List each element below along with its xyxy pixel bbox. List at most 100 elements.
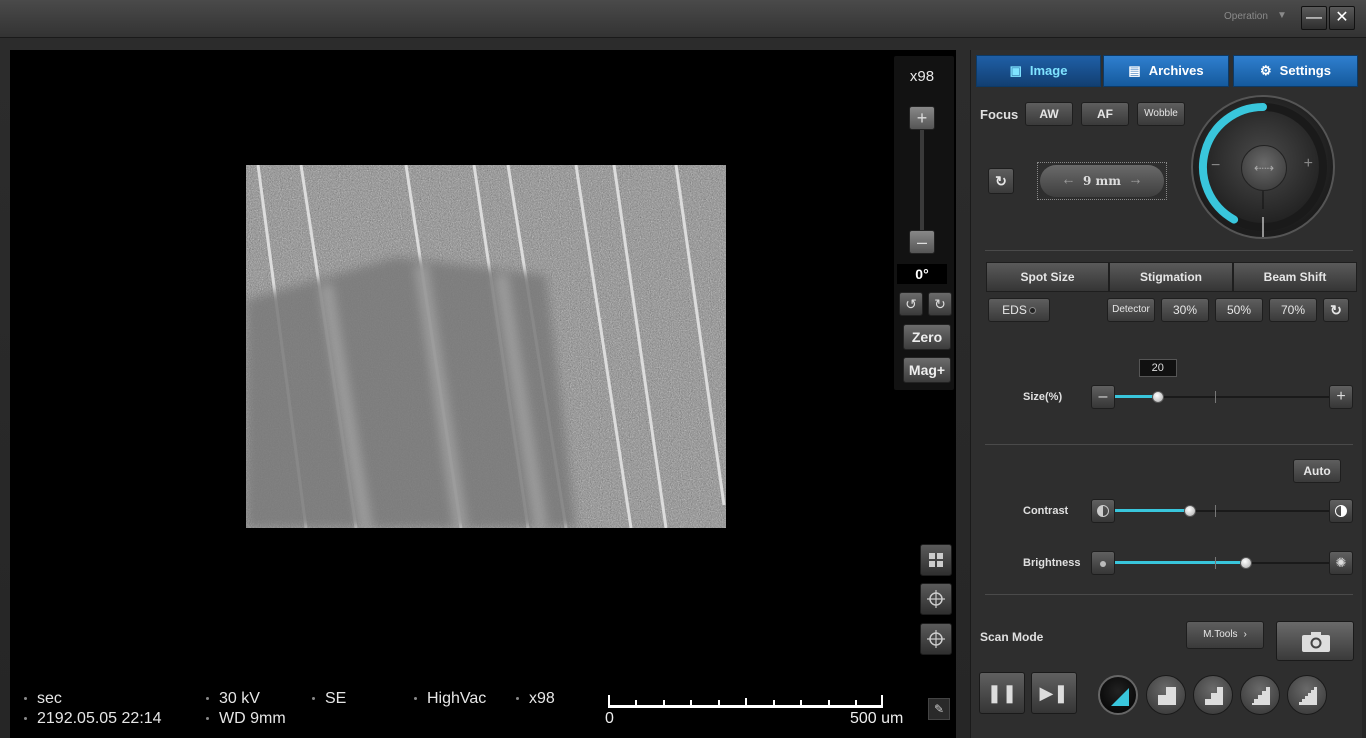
magnification-readout: x98	[909, 68, 935, 85]
size-slider-center-tick	[1215, 391, 1216, 403]
wd-pill[interactable]: ⇠ 9 mm ⇢	[1040, 165, 1164, 197]
control-panel: ▣ Image ▤ Archives ⚙ Settings Focus AW AF W…	[970, 50, 1362, 738]
brightness-slider-thumb[interactable]	[1239, 557, 1252, 569]
brightness-slider-fill	[1115, 561, 1246, 564]
contrast-decrease-button[interactable]	[1091, 499, 1115, 523]
vacuum-value: HighVac	[427, 690, 487, 707]
rotate-ccw-button[interactable]: ↺	[899, 292, 923, 316]
tab-spot-size[interactable]: Spot Size	[986, 262, 1109, 292]
scan-rate-4-icon	[1252, 687, 1270, 705]
tab-archives[interactable]: ▤ Archives	[1103, 55, 1229, 87]
detector-button[interactable]: Detector	[1107, 298, 1155, 322]
auto-button[interactable]: Auto	[1293, 459, 1341, 483]
eds-label: EDS	[1002, 303, 1027, 317]
wd-value: WD 9mm	[219, 710, 286, 727]
scan-mode-fast-button[interactable]	[1098, 675, 1138, 715]
brightness-increase-button[interactable]: ✺	[1329, 551, 1353, 575]
grid-icon	[929, 553, 943, 567]
scan-mode-2-button[interactable]	[1146, 675, 1186, 715]
datetime-value: 2192.05.05 22:14	[37, 710, 162, 727]
scan-mode-4-button[interactable]	[1240, 675, 1280, 715]
annotate-button[interactable]: ✎	[928, 698, 950, 720]
eds-status-icon	[1028, 307, 1036, 314]
rotate-cw-button[interactable]: ↻	[928, 292, 952, 316]
pause-scan-button[interactable]: ❚❚	[979, 672, 1025, 714]
knob-center-button[interactable]: ⇠⇢	[1241, 145, 1287, 191]
operation-dropdown-icon[interactable]: ▼	[1277, 10, 1287, 21]
wobble-button[interactable]: Wobble	[1137, 102, 1185, 126]
scale-max-label: 500 um	[850, 710, 904, 727]
magnification-column: x98 + – 0° ↺ ↻ Zero Mag+	[894, 56, 954, 390]
tab-image-label: Image	[1029, 63, 1068, 78]
size-decrease-button[interactable]: –	[1091, 385, 1115, 409]
focus-knob[interactable]: − + ⇠⇢	[1191, 95, 1335, 239]
detector-value: SE	[325, 690, 347, 707]
crosshair-icon	[927, 590, 945, 608]
contrast-high-icon	[1335, 505, 1347, 517]
tab-settings-label: Settings	[1279, 63, 1331, 78]
image-icon: ▣	[1009, 63, 1022, 78]
scale-bar	[608, 695, 883, 708]
preset-70-button[interactable]: 70%	[1269, 298, 1317, 322]
title-bar: Operation ▼ — ✕	[0, 0, 1366, 38]
tab-archives-label: Archives	[1148, 63, 1204, 78]
contrast-label: Contrast	[1023, 505, 1069, 517]
image-viewer[interactable]: x98 + – 0° ↺ ↻ Zero Mag+ ✎ sec 2192.05.0…	[10, 50, 956, 738]
divider	[985, 444, 1353, 445]
scan-time-value: sec	[37, 690, 62, 707]
arrow-right-icon: ⇢	[1130, 175, 1141, 188]
sem-app-window: Operation ▼ — ✕ x98 + – 0° ↺ ↻ Zero Mag+…	[0, 0, 1366, 738]
zero-button[interactable]: Zero	[903, 324, 951, 350]
center-point-button[interactable]	[920, 623, 952, 655]
brightness-decrease-button[interactable]	[1091, 551, 1115, 575]
sem-live-image[interactable]	[246, 165, 726, 528]
contrast-slider[interactable]	[1091, 499, 1353, 523]
preset-30-button[interactable]: 30%	[1161, 298, 1209, 322]
scan-rate-2-icon	[1158, 687, 1176, 705]
sem-image-canvas	[246, 165, 726, 528]
status-working-distance: WD 9mm	[206, 710, 286, 728]
working-distance-control[interactable]: ⇠ 9 mm ⇢	[1037, 162, 1167, 200]
brightness-slider[interactable]: ✺	[1091, 551, 1353, 575]
contrast-slider-thumb[interactable]	[1183, 505, 1196, 517]
tab-beam-shift[interactable]: Beam Shift	[1233, 262, 1357, 292]
mtools-button[interactable]: M.Tools ›	[1186, 621, 1264, 649]
crosshair-button[interactable]	[920, 583, 952, 615]
focus-reset-button[interactable]: ↻	[988, 168, 1014, 194]
af-button[interactable]: AF	[1081, 102, 1129, 126]
single-step-button[interactable]: ▶❚	[1031, 672, 1077, 714]
operation-menu-label[interactable]: Operation	[1224, 11, 1268, 22]
aw-button[interactable]: AW	[1025, 102, 1073, 126]
scan-rate-1-icon	[1111, 688, 1129, 706]
brightness-label: Brightness	[1023, 557, 1081, 569]
tab-settings[interactable]: ⚙ Settings	[1233, 55, 1358, 87]
focus-label: Focus	[980, 107, 1019, 122]
capture-button[interactable]	[1276, 621, 1354, 661]
divider	[985, 250, 1353, 251]
knob-plus-icon: +	[1303, 155, 1313, 172]
size-increase-button[interactable]: +	[1329, 385, 1353, 409]
zoom-out-button[interactable]: –	[909, 230, 935, 254]
voltage-value: 30 kV	[219, 690, 260, 707]
beam-reset-button[interactable]: ↻	[1323, 298, 1349, 322]
close-button[interactable]: ✕	[1329, 6, 1355, 30]
scan-mode-5-button[interactable]	[1287, 675, 1327, 715]
zoom-in-button[interactable]: +	[909, 106, 935, 130]
tab-stigmation[interactable]: Stigmation	[1109, 262, 1233, 292]
contrast-increase-button[interactable]	[1329, 499, 1353, 523]
scan-rate-5-icon	[1299, 687, 1317, 705]
size-slider-thumb[interactable]	[1151, 391, 1164, 403]
tab-image[interactable]: ▣ Image	[976, 55, 1101, 87]
archive-icon: ▤	[1128, 63, 1141, 78]
eds-button[interactable]: EDS	[988, 298, 1050, 322]
size-value-tooltip: 20	[1138, 359, 1177, 377]
brightness-low-icon	[1100, 561, 1106, 567]
minimize-button[interactable]: —	[1301, 6, 1327, 30]
divider	[985, 594, 1353, 595]
mag-plus-button[interactable]: Mag+	[903, 357, 951, 383]
grid-view-button[interactable]	[920, 544, 952, 576]
scan-mode-3-button[interactable]	[1193, 675, 1233, 715]
size-slider[interactable]: – 20 +	[1091, 359, 1353, 409]
preset-50-button[interactable]: 50%	[1215, 298, 1263, 322]
status-datetime: 2192.05.05 22:14	[24, 710, 162, 728]
